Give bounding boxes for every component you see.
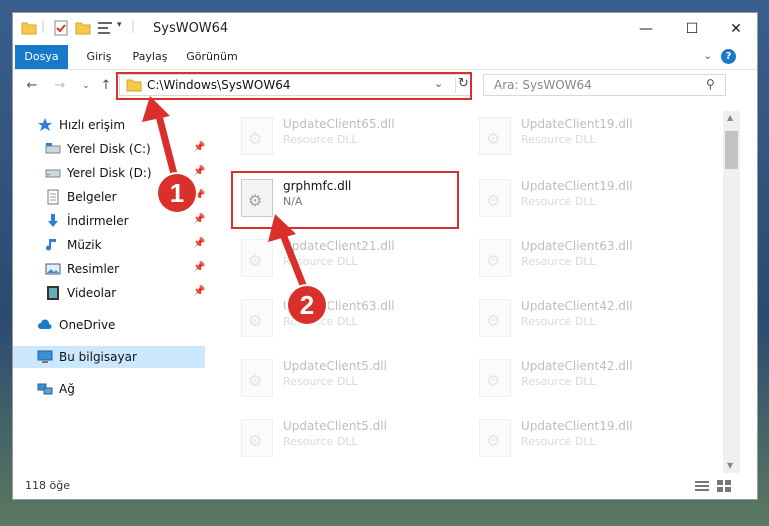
step-badge-1: 1 <box>158 174 196 212</box>
arrow-1 <box>142 96 179 182</box>
annotation-layer <box>142 96 309 294</box>
step-badge-2: 2 <box>288 286 326 324</box>
arrow-2 <box>268 214 309 294</box>
